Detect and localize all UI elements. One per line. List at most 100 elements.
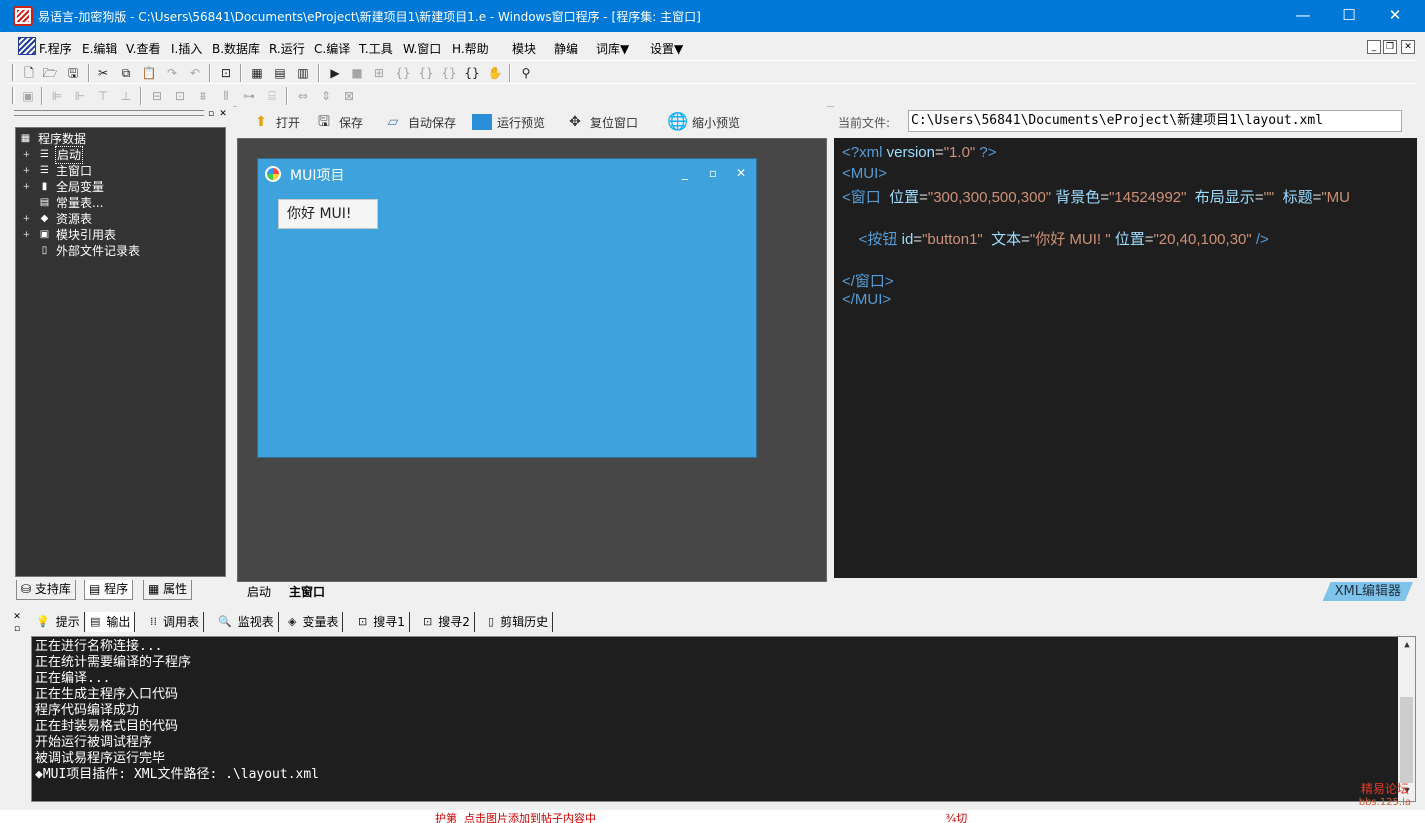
make-same-size-icon[interactable]: ⌸ [263,87,281,105]
toolbar-grip[interactable] [12,87,15,104]
redo-icon[interactable]: ↷ [163,64,181,82]
autosave-button[interactable]: ▱ 自动保存 [383,109,456,135]
step-icon[interactable]: ⊞ [370,64,388,82]
align-top-icon[interactable]: ⊤ [94,87,112,105]
space-vertical-icon[interactable]: ⊶ [240,87,258,105]
space-equal-icon[interactable]: ⩩ [194,87,212,105]
step-out-icon[interactable]: {} [440,64,458,82]
scroll-up-icon[interactable]: ▲ [1399,638,1415,653]
layout-left-icon[interactable]: ▦ [248,64,266,82]
tree-item-global-vars[interactable]: + ▮ 全局变量 [16,179,216,195]
expand-icon[interactable]: + [22,151,31,160]
tab-variables[interactable]: ◈ 变量表 [284,612,344,632]
menu-tools[interactable]: T.工具 [359,40,393,57]
mui-close-icon[interactable]: ✕ [734,166,748,180]
current-file-path[interactable]: C:\Users\56841\Documents\eProject\新建项目1\… [908,110,1402,132]
menu-settings[interactable]: 设置▼ [650,40,683,57]
paste-icon[interactable]: 📋 [140,64,158,82]
tab-output[interactable]: ▤ 输出 [86,612,136,632]
vertical-scrollbar[interactable]: ▲ ▼ [1398,637,1415,801]
tree-root[interactable]: ▦ 程序数据 [16,131,216,147]
menu-wordlib[interactable]: 词库▼ [596,40,629,57]
new-file-icon[interactable]: 🗋 [20,64,38,82]
output-console[interactable]: 正在进行名称连接... 正在统计需要编译的子程序 正在编译... 正在生成主程序入口代… [31,636,1416,802]
same-width-icon[interactable]: ⇔ [294,87,312,105]
open-button[interactable]: ⬆ 打开 [251,109,300,135]
close-button[interactable]: ✕ [1372,0,1418,32]
code-editor[interactable]: <?xml version="1.0" ?> <MUI> <窗口 位置="300,3… [834,138,1417,578]
mdi-restore-icon[interactable]: ❐ [1383,40,1397,54]
center-vertical-icon[interactable]: ⊡ [171,87,189,105]
toolbar-grip[interactable] [12,64,15,81]
scrollbar-thumb[interactable] [1400,697,1413,783]
menu-static-compile[interactable]: 静编 [554,40,578,57]
align-right-icon[interactable]: ⊩ [71,87,89,105]
menu-view[interactable]: V.查看 [126,40,160,57]
app-menu-icon[interactable] [18,37,36,55]
menu-help[interactable]: H.帮助 [452,40,489,57]
tab-call-stack[interactable]: ⁞⁞ 调用表 [146,612,205,632]
mui-maximize-icon[interactable]: ▫ [706,166,720,180]
copy-icon[interactable]: ⧉ [117,64,135,82]
binoculars-icon[interactable]: ⚲ [517,64,535,82]
save-icon[interactable]: 🖫 [64,64,82,82]
same-height-icon[interactable]: ⇕ [317,87,335,105]
expand-icon[interactable]: + [22,183,31,192]
menu-program[interactable]: F.程序 [39,40,72,57]
panel-close-icon[interactable]: ✕ [218,109,228,119]
undo-icon[interactable]: ↶ [186,64,204,82]
tab-xml-editor[interactable]: XML编辑器 [1323,582,1413,601]
stop-icon[interactable]: ■ [348,64,366,82]
run-preview-button[interactable]: 运行预览 [472,109,545,135]
menu-compile[interactable]: C.编译 [314,40,350,57]
tab-program[interactable]: ▤ 程序 [84,580,134,600]
menu-database[interactable]: B.数据库 [212,40,260,57]
align-bottom-icon[interactable]: ⊥ [117,87,135,105]
cut-icon[interactable]: ✂ [94,64,112,82]
expand-icon[interactable]: + [22,215,31,224]
hand-icon[interactable]: ✋ [486,64,504,82]
mui-hello-button[interactable]: 你好 MUI! [278,199,378,229]
step-into-icon[interactable]: {} [394,64,412,82]
same-size-icon[interactable]: ⊠ [340,87,358,105]
tab-main-window[interactable]: 主窗口 [283,583,331,601]
menu-run[interactable]: R.运行 [269,40,305,57]
maximize-button[interactable]: ☐ [1326,0,1372,32]
align-grid-icon[interactable]: ▣ [19,87,37,105]
tree-item-startup[interactable]: + ☰ 启动 [16,146,216,164]
panel-grip[interactable] [14,110,204,116]
mui-preview-window[interactable]: MUI项目 _ ▫ ✕ 你好 MUI! [257,158,757,458]
expand-icon[interactable]: + [22,167,31,176]
tab-properties[interactable]: ▦ 属性 [143,580,193,600]
step-over-icon[interactable]: {} [417,64,435,82]
minimize-button[interactable]: — [1280,0,1326,32]
tab-startup[interactable]: 启动 [241,583,277,601]
mdi-close-icon[interactable]: ✕ [1401,40,1415,54]
layout-grid-icon[interactable]: ▥ [294,64,312,82]
mdi-minimize-icon[interactable]: _ [1367,40,1381,54]
menu-edit[interactable]: E.编辑 [82,40,117,57]
menu-insert[interactable]: I.插入 [171,40,202,57]
find-icon[interactable]: ⊡ [217,64,235,82]
center-horizontal-icon[interactable]: ⊟ [148,87,166,105]
run-to-cursor-icon[interactable]: {} [463,64,481,82]
design-canvas[interactable]: MUI项目 _ ▫ ✕ 你好 MUI! [237,138,827,582]
menu-window[interactable]: W.窗口 [403,40,441,57]
tab-clip-history[interactable]: ▯ 剪辑历史 [484,612,554,632]
save-button[interactable]: 🖫 保存 [314,109,363,135]
tab-search-1[interactable]: ⊡ 搜寻1 [354,612,410,632]
tab-search-2[interactable]: ⊡ 搜寻2 [419,612,475,632]
expand-icon[interactable]: + [22,231,31,240]
run-icon[interactable]: ▶ [326,64,344,82]
tree-item-module-refs[interactable]: + ▣ 模块引用表 [16,227,216,243]
mui-minimize-icon[interactable]: _ [678,166,692,180]
shrink-preview-button[interactable]: 🌐 缩小预览 [667,109,740,135]
tree-item-external-files[interactable]: ▯ 外部文件记录表 [16,243,216,259]
panel-pin-icon[interactable]: ▫ [206,109,216,119]
tree-item-main-window[interactable]: + ☰ 主窗口 [16,163,216,179]
open-folder-icon[interactable]: 🗁 [41,64,59,82]
tab-tips[interactable]: 💡 提示 [32,612,85,632]
tab-support-library[interactable]: ⛁ 支持库 [16,580,76,600]
space-horizontal-icon[interactable]: ⫴ [217,87,235,105]
reset-window-button[interactable]: ✥ 复位窗口 [565,109,638,135]
